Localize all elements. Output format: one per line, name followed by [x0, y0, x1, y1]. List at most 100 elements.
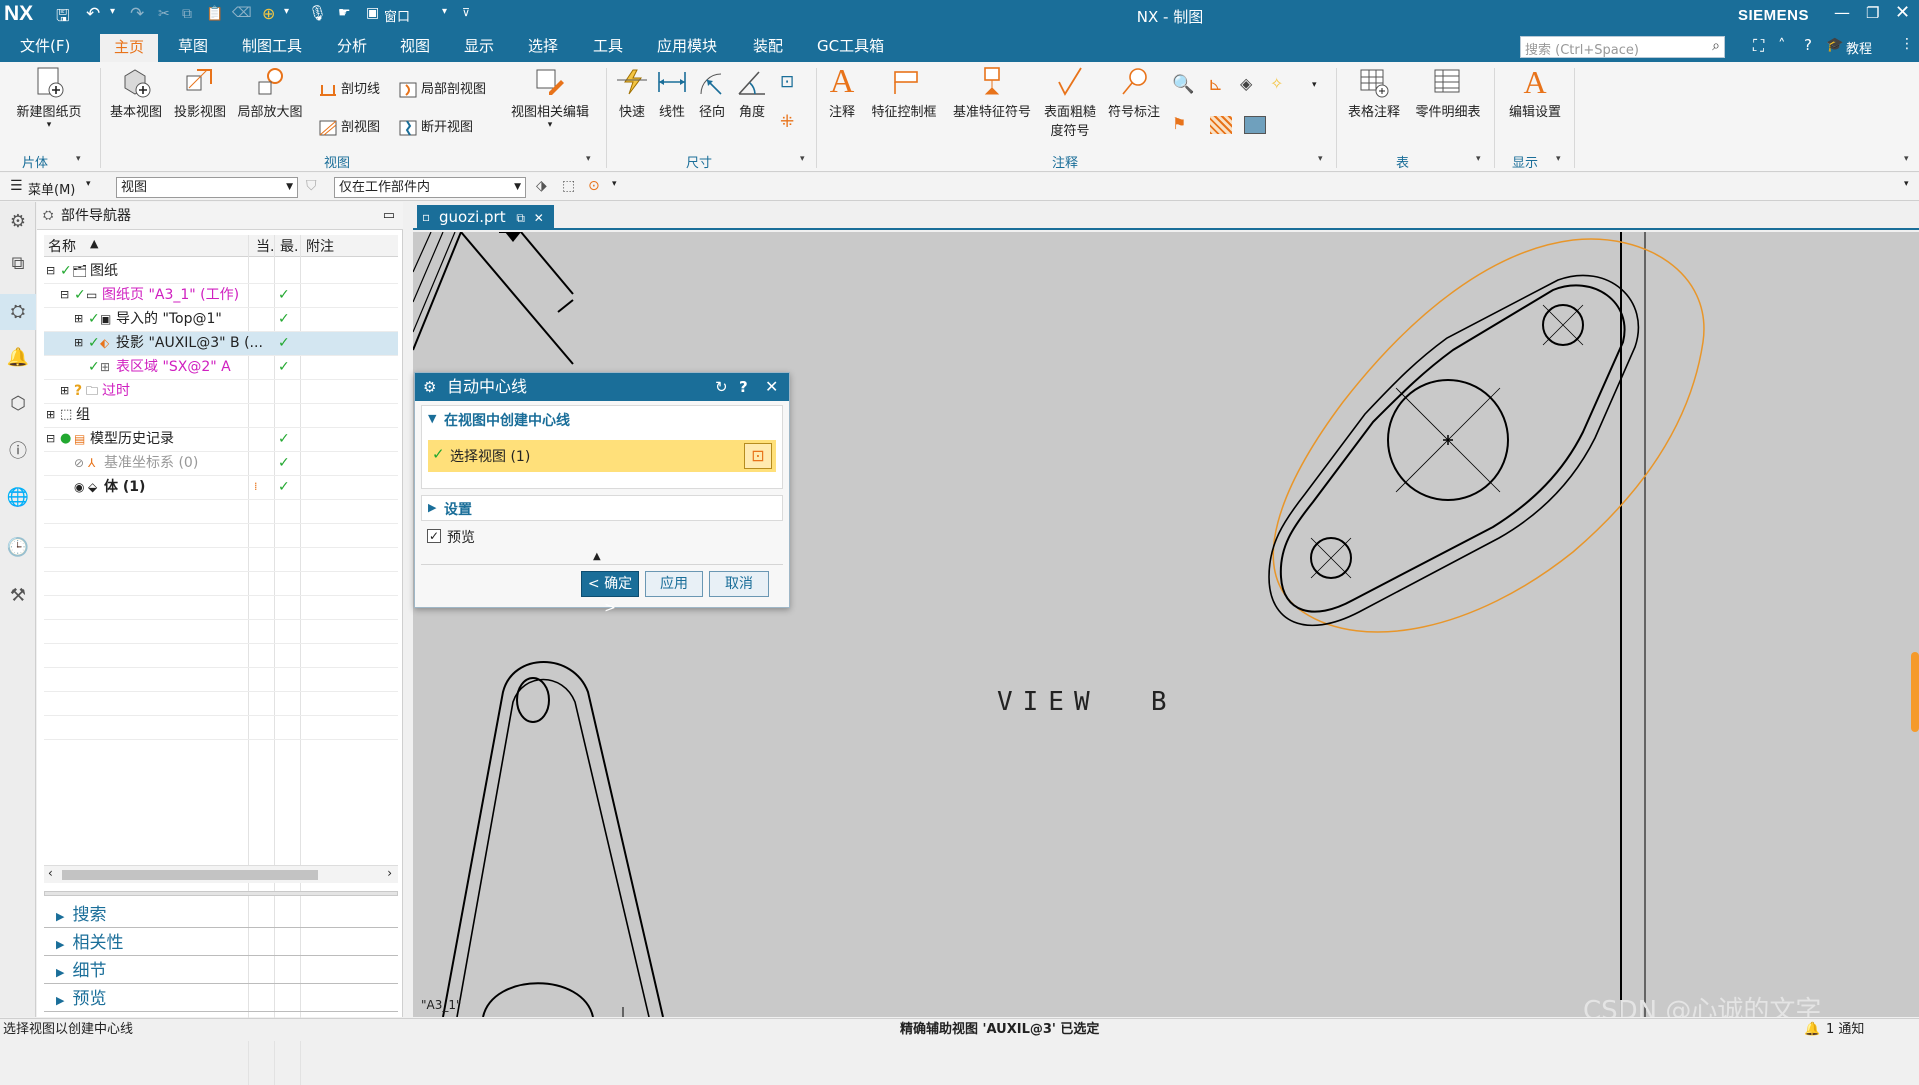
column-note[interactable]: 附注 [306, 236, 334, 256]
tutorial-icon[interactable]: 🎓 [1826, 37, 1843, 53]
column-current[interactable]: 当. [256, 236, 274, 256]
toolbar-options-dropdown-icon[interactable]: ▾ [1904, 179, 1909, 189]
pane-details[interactable]: ▶ 细节 [44, 958, 398, 984]
graphics-window[interactable]: VIEW B "A3_1" CSDN @心诚的文字 [413, 232, 1919, 1017]
tab-application[interactable]: 应用模块 [653, 30, 721, 62]
help-icon[interactable]: ? [739, 373, 748, 401]
fcf-button[interactable]: 特征控制框 [866, 66, 942, 120]
expand-icon[interactable]: ⊞ [46, 403, 55, 427]
panel-splitter[interactable] [44, 891, 398, 896]
tree-row-body[interactable]: ◉ ⬙ 体 (1) ⁞ ✓ [44, 475, 398, 499]
table-note-button[interactable]: 表格注释 [1342, 66, 1406, 120]
column-latest[interactable]: 最. [280, 236, 298, 256]
search-icon[interactable]: ⌕ [1712, 38, 1720, 54]
close-tab-icon[interactable]: ✕ [534, 211, 544, 225]
save-icon[interactable]: 🖫 [56, 5, 70, 32]
assembly-navigator-icon[interactable]: ⧉ [6, 252, 30, 276]
projected-view-button[interactable]: 投影视图 [168, 66, 232, 120]
ribbon-options-dropdown-icon[interactable]: ▾ [1904, 154, 1909, 164]
check-icon[interactable]: ✓ [74, 283, 86, 307]
group-annotation-dropdown-icon[interactable]: ▾ [1318, 154, 1323, 164]
undo-icon[interactable]: ↶ [86, 4, 100, 24]
angular-dimension-button[interactable]: 角度 [732, 66, 772, 120]
expand-arrow-icon[interactable]: ▶ [428, 501, 436, 514]
section-view-button[interactable]: 剖视图 [318, 116, 380, 137]
close-icon[interactable]: ✕ [765, 373, 778, 401]
radial-dimension-button[interactable]: 径向 [692, 66, 732, 120]
check-icon[interactable]: ✓ [88, 355, 100, 379]
pane-preview[interactable]: ▶ 预览 [44, 986, 398, 1012]
scroll-right-icon[interactable]: › [387, 866, 392, 880]
tab-drafting-tools[interactable]: 制图工具 [238, 30, 306, 62]
reset-icon[interactable]: ↻ [715, 373, 728, 401]
dialog-title-bar[interactable]: ⚙ 自动中心线 ↻ ? ✕ [415, 373, 789, 401]
select-region-icon[interactable]: ⬚ [562, 178, 575, 194]
ok-button[interactable]: < 确定 > [581, 571, 639, 616]
roles-icon[interactable]: ⚒ [6, 584, 30, 608]
scrollbar-thumb[interactable] [62, 870, 318, 880]
tab-view[interactable]: 视图 [396, 30, 434, 62]
hidden-eye-icon[interactable]: ⊘ [74, 451, 84, 475]
column-name[interactable]: 名称 [48, 236, 76, 256]
check-icon[interactable]: ✓ [60, 259, 72, 283]
collapse-icon[interactable]: ⊟ [60, 283, 69, 307]
collapse-ribbon-icon[interactable]: ˄ [1778, 36, 1786, 54]
base-view-button[interactable]: 基本视图 [104, 66, 168, 120]
tab-analysis[interactable]: 分析 [333, 30, 371, 62]
more-icon[interactable]: ⋮ [1900, 36, 1914, 52]
tab-home[interactable]: 主页 [100, 34, 159, 62]
weld-symbol-icon[interactable]: ⊾ [1208, 74, 1223, 95]
collapse-more-icon[interactable]: ▲ [593, 551, 601, 562]
touch-mode-icon[interactable]: ☛ [338, 5, 351, 21]
tab-display[interactable]: 显示 [460, 30, 498, 62]
tree-row-projected-view[interactable]: ⊞ ✓ ⬖ 投影 "AUXIL@3" B (... ✓ [44, 331, 398, 355]
notification-icon[interactable]: 🔔 [1804, 1019, 1820, 1041]
chamfer-dimension-icon[interactable]: ⊡ [780, 72, 794, 92]
collapse-arrow-icon[interactable]: ▼ [428, 412, 436, 425]
view-dependent-edit-button[interactable]: 视图相关编辑 ▾ [500, 66, 600, 130]
image-icon[interactable] [1244, 116, 1266, 134]
group-sheet-dropdown-icon[interactable]: ▾ [76, 154, 81, 164]
tree-row-outdated[interactable]: ⊞ ? 🗀 过时 [44, 379, 398, 403]
surface-finish-button[interactable]: 表面粗糙 度符号 [1038, 66, 1102, 139]
tab-tools[interactable]: 工具 [589, 30, 627, 62]
apply-button[interactable]: 应用 [645, 571, 703, 597]
window-dropdown-icon[interactable]: ▾ [442, 6, 447, 17]
pane-dependencies[interactable]: ▶ 相关性 [44, 930, 398, 956]
maximize-panel-icon[interactable]: ▭ [383, 202, 395, 230]
tree-row-datum-csys[interactable]: ⊘ ⅄ 基准坐标系 (0) ✓ [44, 451, 398, 475]
symbol-icon[interactable]: ✧ [1270, 74, 1283, 93]
select-all-icon[interactable]: ⬗ [536, 178, 547, 194]
restore-icon[interactable]: ❐ [1866, 4, 1879, 22]
ordinate-dimension-icon[interactable]: ⁜ [780, 112, 794, 132]
expand-icon[interactable]: ⊞ [60, 379, 69, 403]
group-view-dropdown-icon[interactable]: ▾ [586, 154, 591, 164]
search-annotation-icon[interactable]: 🔍 [1172, 74, 1194, 95]
search-input[interactable]: 搜索 (Ctrl+Space) ⌕ [1520, 36, 1725, 58]
history-icon[interactable]: 🕒 [6, 536, 30, 560]
section-title[interactable]: 在视图中创建中心线 [444, 410, 570, 430]
menu-dropdown-icon[interactable]: ▾ [86, 179, 91, 189]
cancel-button[interactable]: 取消 [709, 571, 769, 597]
window-menu[interactable]: 窗口 [384, 6, 410, 25]
undo-dropdown-icon[interactable]: ▾ [110, 6, 115, 17]
type-filter-select[interactable]: 视图 ▼ [116, 177, 298, 198]
eye-icon[interactable]: ◉ [74, 475, 84, 499]
part-navigator-icon[interactable]: ⛭ [0, 294, 36, 330]
linear-dimension-button[interactable]: 线性 [652, 66, 692, 120]
pane-search[interactable]: ▶ 搜索 [44, 902, 398, 928]
collapse-icon[interactable]: ⊟ [46, 427, 55, 451]
check-icon[interactable]: ✓ [88, 307, 100, 331]
expand-icon[interactable]: ⊞ [74, 331, 83, 355]
datum-feature-button[interactable]: 基准特征符号 [946, 66, 1038, 120]
select-view-row[interactable]: ✓ 选择视图 (1) ⊡ [428, 440, 776, 472]
snap-dropdown-icon[interactable]: ▾ [612, 179, 617, 189]
tab-guozi-prt[interactable]: ▫ guozi.prt ⧉ ✕ [417, 205, 554, 230]
tab-select[interactable]: 选择 [524, 30, 562, 62]
snap-dropdown-icon[interactable]: ▾ [284, 6, 289, 17]
select-view-icon[interactable]: ⊡ [744, 443, 772, 469]
tree-row-drawing[interactable]: ⊟ ✓ 🗂 图纸 [44, 259, 398, 283]
help-icon[interactable]: ? [1804, 36, 1812, 54]
web-browser-icon[interactable]: 🌐 [6, 486, 30, 510]
settings-icon[interactable]: ⚙ [6, 210, 30, 234]
